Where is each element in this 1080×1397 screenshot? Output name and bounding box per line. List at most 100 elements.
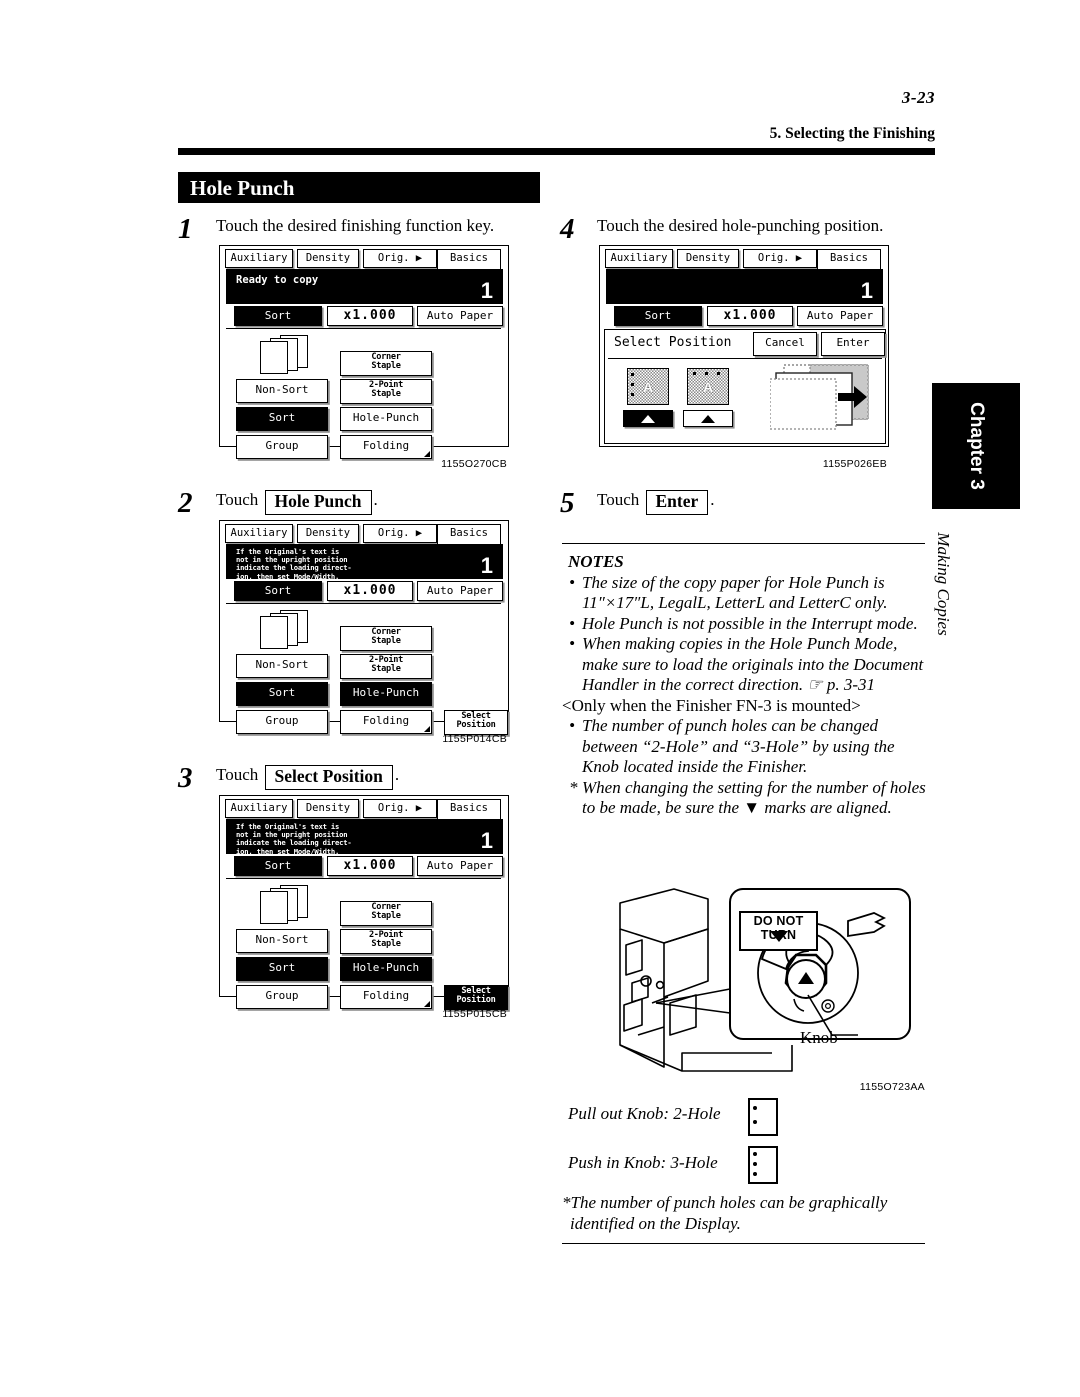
sort-stack-icon — [260, 885, 318, 924]
button-non-sort[interactable]: Non-Sort — [236, 654, 328, 678]
tab-orig-copy[interactable]: Orig. ▶ Copy — [363, 524, 437, 556]
mode-zoom-button[interactable]: x1.000 — [327, 581, 413, 601]
tab-orig-copy[interactable]: Orig. ▶ Copy — [363, 799, 437, 831]
notes-list-2: • The number of punch holes can be change… — [568, 716, 928, 819]
step-5-suffix: . — [710, 490, 715, 509]
mode-paper-button[interactable]: Auto Paper — [797, 306, 883, 326]
bullet-icon: • — [569, 572, 575, 592]
tab-auxiliary[interactable]: Auxiliary — [225, 249, 293, 268]
tab-density[interactable]: Density — [297, 249, 359, 268]
lcd-panel-1: Auxiliary Density Orig. ▶ Copy Basics Re… — [219, 245, 509, 459]
paper-feed-diagram — [769, 364, 869, 430]
button-corner-staple[interactable]: Corner Staple — [340, 901, 432, 926]
button-hole-punch[interactable]: Hole-Punch — [340, 407, 432, 431]
hole-dot — [693, 372, 697, 376]
button-group[interactable]: Group — [236, 435, 328, 459]
lcd-panel-3: Auxiliary Density Orig. ▶ Copy Basics If… — [219, 795, 509, 1010]
tab-density[interactable]: Density — [677, 249, 739, 268]
mode-paper-button[interactable]: Auto Paper — [417, 856, 503, 876]
button-sort[interactable]: Sort — [236, 957, 328, 981]
step-5-number: 5 — [560, 487, 575, 519]
position-left-icon[interactable]: A — [627, 368, 669, 405]
sort-stack-icon — [260, 335, 318, 374]
button-hole-punch[interactable]: Hole-Punch — [340, 957, 432, 981]
button-2-point-staple[interactable]: 2-Point Staple — [340, 654, 432, 679]
position-top-select-button[interactable] — [683, 410, 733, 427]
step-1-text: Touch the desired finishing function key… — [216, 216, 495, 235]
button-select-position[interactable]: Select Position — [444, 710, 508, 735]
button-hole-punch[interactable]: Hole-Punch — [340, 682, 432, 706]
folding-corner-icon — [424, 451, 430, 457]
mode-sort-button[interactable]: Sort — [234, 581, 322, 601]
tab-basics[interactable]: Basics — [437, 799, 501, 821]
orientation-letter: A — [642, 378, 654, 395]
running-head: 5. Selecting the Finishing — [769, 125, 935, 142]
lcd-tab-row: Auxiliary Density Orig. ▶ Copy Basics — [220, 796, 508, 831]
note-text: When changing the setting for the number… — [582, 777, 926, 818]
mode-sort-button[interactable]: Sort — [234, 306, 322, 326]
section-title-bar: Hole Punch — [178, 172, 540, 203]
step-1-number: 1 — [178, 213, 193, 245]
folding-corner-icon — [424, 726, 430, 732]
enter-button[interactable]: Enter — [821, 332, 885, 356]
button-sort[interactable]: Sort — [236, 682, 328, 706]
lcd-mode-row: Sort x1.000 Auto Paper — [220, 306, 508, 327]
tab-orig-copy[interactable]: Orig. ▶ Copy — [363, 249, 437, 281]
button-sort[interactable]: Sort — [236, 407, 328, 431]
button-2-point-staple[interactable]: 2-Point Staple — [340, 379, 432, 404]
button-corner-staple[interactable]: Corner Staple — [340, 351, 432, 376]
tab-density[interactable]: Density — [297, 524, 359, 543]
mode-sort-button[interactable]: Sort — [614, 306, 702, 326]
orientation-letter: A — [702, 378, 714, 395]
legend-row-3-hole: Push in Knob: 3-Hole — [568, 1153, 718, 1172]
button-corner-staple[interactable]: Corner Staple — [340, 626, 432, 651]
hole-dot — [752, 1120, 757, 1124]
step-2-number: 2 — [178, 487, 193, 519]
notes-bottom-rule — [562, 1243, 925, 1245]
button-select-position[interactable]: Select Position — [444, 985, 508, 1010]
mode-zoom-button[interactable]: x1.000 — [327, 306, 413, 326]
mode-paper-button[interactable]: Auto Paper — [417, 581, 503, 601]
mode-zoom-button[interactable]: x1.000 — [327, 856, 413, 876]
button-non-sort[interactable]: Non-Sort — [236, 929, 328, 953]
mode-sort-button[interactable]: Sort — [234, 856, 322, 876]
button-group[interactable]: Group — [236, 985, 328, 1009]
three-hole-diagram — [748, 1146, 778, 1184]
paper-feed-preview — [769, 363, 878, 435]
legend-row-2-hole: Pull out Knob: 2-Hole — [568, 1104, 721, 1123]
lcd-tab-row: Auxiliary Density Orig. ▶ Copy Basics — [220, 246, 508, 281]
chapter-tab-label: Chapter 3 — [966, 402, 987, 490]
select-position-dialog: Select Position Cancel Enter A A — [604, 329, 886, 444]
tab-basics[interactable]: Basics — [817, 249, 881, 271]
do-not-turn-plate: DO NOT TURN — [739, 911, 818, 959]
lcd-divider — [226, 878, 501, 880]
hole-dot — [752, 1162, 757, 1166]
button-2-point-staple[interactable]: 2-Point Staple — [340, 929, 432, 954]
dialog-title: Select Position — [614, 335, 732, 350]
tab-density[interactable]: Density — [297, 799, 359, 818]
button-folding[interactable]: Folding — [340, 435, 432, 459]
tab-basics[interactable]: Basics — [437, 249, 501, 271]
position-top-icon[interactable]: A — [687, 368, 729, 405]
button-non-sort[interactable]: Non-Sort — [236, 379, 328, 403]
chapter-tab: Chapter 3 — [932, 383, 1020, 509]
tab-orig-copy[interactable]: Orig. ▶ Copy — [743, 249, 817, 281]
legend-footnote: *The number of punch holes can be graphi… — [562, 1193, 932, 1234]
lcd-status-bar: If the Original's text is not in the upr… — [226, 819, 503, 855]
tab-auxiliary[interactable]: Auxiliary — [605, 249, 673, 268]
bullet-icon: • — [569, 634, 575, 653]
button-group[interactable]: Group — [236, 710, 328, 734]
position-left-select-button[interactable] — [623, 410, 673, 427]
tab-auxiliary[interactable]: Auxiliary — [225, 799, 293, 818]
lcd-copy-count: 1 — [480, 828, 493, 853]
header-rule — [178, 148, 935, 155]
tab-auxiliary[interactable]: Auxiliary — [225, 524, 293, 543]
mode-paper-button[interactable]: Auto Paper — [417, 306, 503, 326]
cancel-button[interactable]: Cancel — [753, 332, 817, 356]
button-folding[interactable]: Folding — [340, 710, 432, 734]
notes-top-rule — [562, 543, 925, 545]
mode-zoom-button[interactable]: x1.000 — [707, 306, 793, 326]
tab-basics[interactable]: Basics — [437, 524, 501, 546]
button-folding[interactable]: Folding — [340, 985, 432, 1009]
bullet-icon: • — [569, 613, 575, 633]
